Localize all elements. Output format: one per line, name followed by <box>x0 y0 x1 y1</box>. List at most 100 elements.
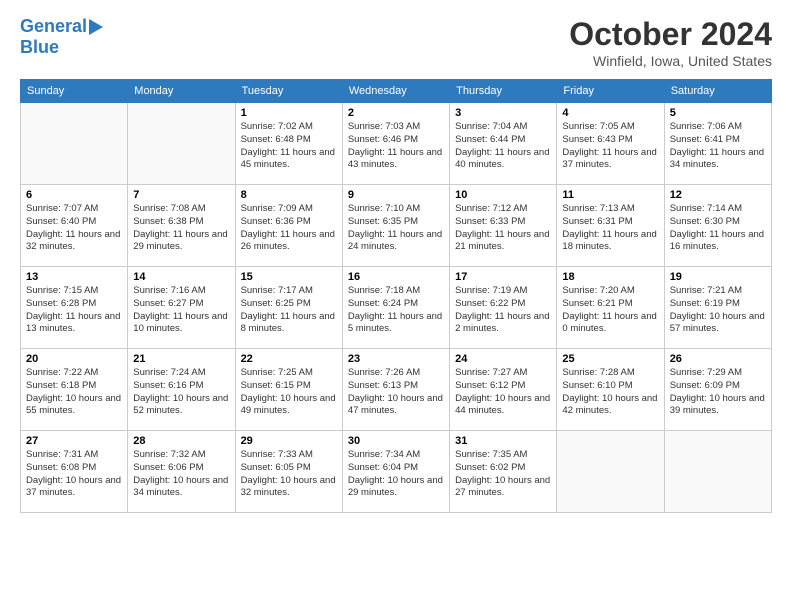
day-number: 26 <box>670 353 766 365</box>
calendar-cell <box>21 103 128 185</box>
logo-line1: General <box>20 16 103 37</box>
calendar: Sunday Monday Tuesday Wednesday Thursday… <box>20 79 772 513</box>
day-number: 24 <box>455 353 551 365</box>
day-info: Sunrise: 7:31 AMSunset: 6:08 PMDaylight:… <box>26 449 122 500</box>
day-info: Sunrise: 7:22 AMSunset: 6:18 PMDaylight:… <box>26 367 122 418</box>
calendar-cell: 27Sunrise: 7:31 AMSunset: 6:08 PMDayligh… <box>21 431 128 513</box>
col-tuesday: Tuesday <box>235 80 342 103</box>
calendar-cell: 19Sunrise: 7:21 AMSunset: 6:19 PMDayligh… <box>664 267 771 349</box>
day-number: 21 <box>133 353 229 365</box>
day-number: 8 <box>241 189 337 201</box>
calendar-cell: 4Sunrise: 7:05 AMSunset: 6:43 PMDaylight… <box>557 103 664 185</box>
logo-line2: Blue <box>20 37 59 58</box>
calendar-cell: 5Sunrise: 7:06 AMSunset: 6:41 PMDaylight… <box>664 103 771 185</box>
calendar-cell: 17Sunrise: 7:19 AMSunset: 6:22 PMDayligh… <box>450 267 557 349</box>
day-info: Sunrise: 7:14 AMSunset: 6:30 PMDaylight:… <box>670 203 766 254</box>
day-info: Sunrise: 7:15 AMSunset: 6:28 PMDaylight:… <box>26 285 122 336</box>
day-number: 22 <box>241 353 337 365</box>
day-number: 1 <box>241 107 337 119</box>
col-friday: Friday <box>557 80 664 103</box>
day-info: Sunrise: 7:08 AMSunset: 6:38 PMDaylight:… <box>133 203 229 254</box>
calendar-cell <box>557 431 664 513</box>
location: Winfield, Iowa, United States <box>569 53 772 69</box>
day-info: Sunrise: 7:13 AMSunset: 6:31 PMDaylight:… <box>562 203 658 254</box>
day-number: 30 <box>348 435 444 447</box>
day-number: 18 <box>562 271 658 283</box>
day-number: 12 <box>670 189 766 201</box>
calendar-cell: 8 Sunrise: 7:09 AMSunset: 6:36 PMDaylight… <box>235 185 342 267</box>
day-info: Sunrise: 7:07 AMSunset: 6:40 PMDaylight:… <box>26 203 122 254</box>
day-number: 7 <box>133 189 229 201</box>
day-number: 6 <box>26 189 122 201</box>
day-number: 25 <box>562 353 658 365</box>
day-info: Sunrise: 7:06 AMSunset: 6:41 PMDaylight:… <box>670 121 766 172</box>
day-info: Sunrise: 7:12 AMSunset: 6:33 PMDaylight:… <box>455 203 551 254</box>
calendar-cell: 16 Sunrise: 7:18 AMSunset: 6:24 PMDayligh… <box>342 267 449 349</box>
calendar-cell: 25 Sunrise: 7:28 AMSunset: 6:10 PMDayligh… <box>557 349 664 431</box>
calendar-cell: 29Sunrise: 7:33 AMSunset: 6:05 PMDayligh… <box>235 431 342 513</box>
day-info: Sunrise: 7:02 AMSunset: 6:48 PMDaylight:… <box>241 121 337 172</box>
month-title: October 2024 <box>569 16 772 53</box>
calendar-cell: 30 Sunrise: 7:34 AMSunset: 6:04 PMDayligh… <box>342 431 449 513</box>
calendar-cell: 9 Sunrise: 7:10 AMSunset: 6:35 PMDaylight… <box>342 185 449 267</box>
calendar-cell: 24 Sunrise: 7:27 AMSunset: 6:12 PMDayligh… <box>450 349 557 431</box>
day-info: Sunrise: 7:17 AMSunset: 6:25 PMDaylight:… <box>241 285 337 336</box>
day-info: Sunrise: 7:27 AMSunset: 6:12 PMDaylight:… <box>455 367 551 418</box>
calendar-cell: 26 Sunrise: 7:29 AMSunset: 6:09 PMDayligh… <box>664 349 771 431</box>
logo-blue: Blue <box>20 37 59 57</box>
day-info: Sunrise: 7:05 AMSunset: 6:43 PMDaylight:… <box>562 121 658 172</box>
day-info: Sunrise: 7:18 AMSunset: 6:24 PMDaylight:… <box>348 285 444 336</box>
day-info: Sunrise: 7:24 AMSunset: 6:16 PMDaylight:… <box>133 367 229 418</box>
day-number: 19 <box>670 271 766 283</box>
calendar-cell: 31 Sunrise: 7:35 AMSunset: 6:02 PMDayligh… <box>450 431 557 513</box>
day-number: 3 <box>455 107 551 119</box>
day-info: Sunrise: 7:16 AMSunset: 6:27 PMDaylight:… <box>133 285 229 336</box>
day-number: 11 <box>562 189 658 201</box>
week-row-5: 27Sunrise: 7:31 AMSunset: 6:08 PMDayligh… <box>21 431 772 513</box>
day-number: 9 <box>348 189 444 201</box>
week-row-2: 6 Sunrise: 7:07 AMSunset: 6:40 PMDaylight… <box>21 185 772 267</box>
day-info: Sunrise: 7:29 AMSunset: 6:09 PMDaylight:… <box>670 367 766 418</box>
col-monday: Monday <box>128 80 235 103</box>
day-number: 28 <box>133 435 229 447</box>
calendar-cell: 18 Sunrise: 7:20 AMSunset: 6:21 PMDayligh… <box>557 267 664 349</box>
calendar-cell: 28 Sunrise: 7:32 AMSunset: 6:06 PMDayligh… <box>128 431 235 513</box>
calendar-cell: 20Sunrise: 7:22 AMSunset: 6:18 PMDayligh… <box>21 349 128 431</box>
day-info: Sunrise: 7:32 AMSunset: 6:06 PMDaylight:… <box>133 449 229 500</box>
day-number: 16 <box>348 271 444 283</box>
calendar-cell: 11 Sunrise: 7:13 AMSunset: 6:31 PMDayligh… <box>557 185 664 267</box>
title-block: October 2024 Winfield, Iowa, United Stat… <box>569 16 772 69</box>
logo-arrow-icon <box>89 19 103 35</box>
header: General Blue October 2024 Winfield, Iowa… <box>20 16 772 69</box>
calendar-cell: 14 Sunrise: 7:16 AMSunset: 6:27 PMDayligh… <box>128 267 235 349</box>
day-info: Sunrise: 7:35 AMSunset: 6:02 PMDaylight:… <box>455 449 551 500</box>
day-info: Sunrise: 7:28 AMSunset: 6:10 PMDaylight:… <box>562 367 658 418</box>
day-info: Sunrise: 7:33 AMSunset: 6:05 PMDaylight:… <box>241 449 337 500</box>
page: General Blue October 2024 Winfield, Iowa… <box>0 0 792 523</box>
col-saturday: Saturday <box>664 80 771 103</box>
day-number: 31 <box>455 435 551 447</box>
calendar-cell <box>128 103 235 185</box>
day-info: Sunrise: 7:04 AMSunset: 6:44 PMDaylight:… <box>455 121 551 172</box>
calendar-cell: 2Sunrise: 7:03 AMSunset: 6:46 PMDaylight… <box>342 103 449 185</box>
day-info: Sunrise: 7:03 AMSunset: 6:46 PMDaylight:… <box>348 121 444 172</box>
logo: General Blue <box>20 16 103 58</box>
calendar-cell: 3 Sunrise: 7:04 AMSunset: 6:44 PMDaylight… <box>450 103 557 185</box>
day-number: 14 <box>133 271 229 283</box>
calendar-cell: 15Sunrise: 7:17 AMSunset: 6:25 PMDayligh… <box>235 267 342 349</box>
day-info: Sunrise: 7:09 AMSunset: 6:36 PMDaylight:… <box>241 203 337 254</box>
day-info: Sunrise: 7:20 AMSunset: 6:21 PMDaylight:… <box>562 285 658 336</box>
col-sunday: Sunday <box>21 80 128 103</box>
calendar-cell: 21 Sunrise: 7:24 AMSunset: 6:16 PMDayligh… <box>128 349 235 431</box>
logo-general: General <box>20 16 87 37</box>
calendar-header-row: Sunday Monday Tuesday Wednesday Thursday… <box>21 80 772 103</box>
day-info: Sunrise: 7:10 AMSunset: 6:35 PMDaylight:… <box>348 203 444 254</box>
day-info: Sunrise: 7:25 AMSunset: 6:15 PMDaylight:… <box>241 367 337 418</box>
calendar-cell <box>664 431 771 513</box>
calendar-cell: 1 Sunrise: 7:02 AMSunset: 6:48 PMDaylight… <box>235 103 342 185</box>
day-number: 13 <box>26 271 122 283</box>
col-wednesday: Wednesday <box>342 80 449 103</box>
calendar-cell: 22 Sunrise: 7:25 AMSunset: 6:15 PMDayligh… <box>235 349 342 431</box>
col-thursday: Thursday <box>450 80 557 103</box>
day-info: Sunrise: 7:34 AMSunset: 6:04 PMDaylight:… <box>348 449 444 500</box>
